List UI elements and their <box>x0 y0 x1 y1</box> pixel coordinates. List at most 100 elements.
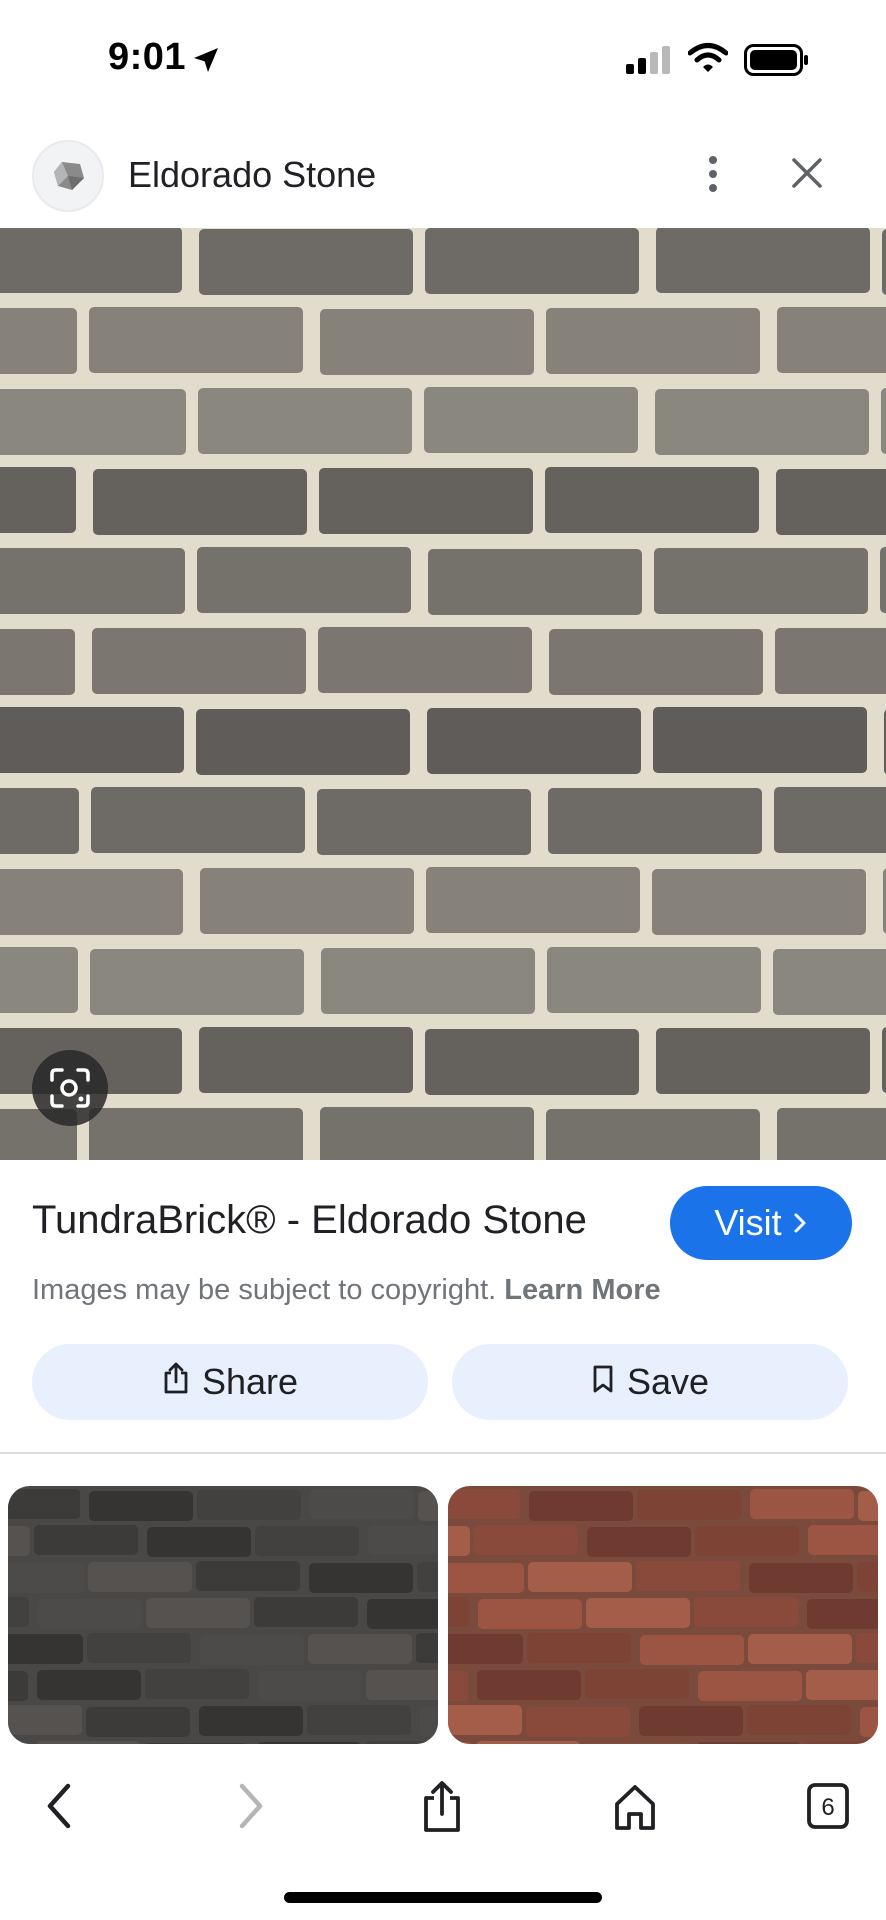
brick <box>882 229 886 295</box>
brick <box>320 1107 534 1160</box>
brick <box>321 948 535 1014</box>
brick <box>199 229 413 295</box>
brick <box>476 1741 580 1744</box>
brick <box>200 1635 304 1665</box>
brick <box>546 308 760 374</box>
brick <box>197 547 411 613</box>
brick <box>0 548 185 614</box>
bookmark-icon <box>591 1361 615 1403</box>
more-vert-icon[interactable] <box>696 154 730 199</box>
signal-icon <box>626 46 672 79</box>
brick <box>448 1489 520 1519</box>
brick <box>448 1597 469 1627</box>
brick <box>92 628 306 694</box>
brick <box>698 1671 802 1701</box>
brick <box>0 869 183 935</box>
brick <box>34 1525 138 1555</box>
brick <box>807 1599 878 1629</box>
main-image[interactable] <box>0 228 886 1160</box>
brick <box>258 1742 360 1744</box>
brick <box>416 1633 438 1663</box>
brick <box>640 1635 744 1665</box>
brick <box>856 1633 878 1663</box>
brick <box>8 1742 31 1744</box>
brick <box>448 1563 524 1593</box>
brick <box>448 1634 523 1664</box>
site-logo-icon[interactable] <box>32 140 104 212</box>
brick <box>417 1562 438 1592</box>
brick <box>478 1599 582 1629</box>
brick <box>777 1108 886 1160</box>
related-image[interactable] <box>448 1486 878 1744</box>
brick <box>808 1525 878 1555</box>
brick <box>8 1671 28 1701</box>
brick <box>8 1705 82 1735</box>
brick <box>88 1562 192 1592</box>
brick <box>317 789 531 855</box>
brick <box>639 1706 743 1736</box>
brick <box>805 1741 878 1744</box>
brick <box>858 1491 878 1521</box>
related-image[interactable] <box>8 1486 438 1744</box>
brick <box>200 868 414 934</box>
brick <box>0 389 186 455</box>
brick <box>882 1027 886 1093</box>
brick <box>8 1597 29 1627</box>
brick <box>0 707 184 773</box>
brick <box>773 949 886 1015</box>
brick <box>258 1671 362 1701</box>
brick <box>197 1490 301 1520</box>
brick <box>656 1028 870 1094</box>
share-icon[interactable] <box>420 1778 464 1839</box>
brick <box>365 1741 438 1744</box>
brick <box>319 468 533 534</box>
brick <box>860 1707 878 1737</box>
brick <box>254 1597 358 1627</box>
brick <box>0 788 79 854</box>
back-icon[interactable] <box>40 1778 80 1839</box>
brick <box>196 709 410 775</box>
forward-icon[interactable] <box>230 1778 270 1839</box>
brick <box>320 309 534 375</box>
brick <box>0 947 78 1013</box>
brick <box>748 1634 852 1664</box>
home-icon[interactable] <box>612 1778 658 1839</box>
brick <box>698 1742 800 1744</box>
share-button[interactable]: Share <box>32 1344 428 1420</box>
brick <box>547 947 761 1013</box>
home-indicator <box>284 1892 602 1903</box>
save-label: Save <box>626 1361 710 1402</box>
status-time: 9:01 <box>108 36 187 78</box>
share-label: Share <box>201 1361 299 1402</box>
copyright-text: Images may be subject to copyright. <box>32 1274 497 1306</box>
brick <box>549 629 763 695</box>
browser-toolbar: 6 <box>0 1756 886 1856</box>
learn-more-link[interactable]: Learn More <box>504 1274 660 1306</box>
divider <box>0 1452 886 1454</box>
brick <box>637 1490 741 1520</box>
brick <box>695 1526 799 1556</box>
brick <box>93 469 307 535</box>
brick <box>420 1707 438 1737</box>
visit-button[interactable]: Visit <box>670 1186 852 1260</box>
save-button[interactable]: Save <box>452 1344 848 1420</box>
brick <box>585 1669 689 1699</box>
brick <box>694 1597 798 1627</box>
share-icon <box>162 1361 190 1404</box>
brick <box>545 467 759 533</box>
brick <box>546 1109 760 1160</box>
brick <box>586 1743 686 1744</box>
brick <box>425 228 639 294</box>
brick <box>38 1599 142 1629</box>
close-icon[interactable] <box>790 156 824 195</box>
brick <box>36 1741 140 1744</box>
brick <box>529 1491 633 1521</box>
brick <box>776 469 886 535</box>
brick <box>653 707 867 773</box>
tabs-icon[interactable]: 6 <box>806 1782 850 1835</box>
brick <box>8 1489 80 1519</box>
lens-icon[interactable] <box>32 1050 108 1126</box>
site-title[interactable]: Eldorado Stone <box>128 154 376 196</box>
brick <box>448 1705 522 1735</box>
brick <box>308 1634 412 1664</box>
